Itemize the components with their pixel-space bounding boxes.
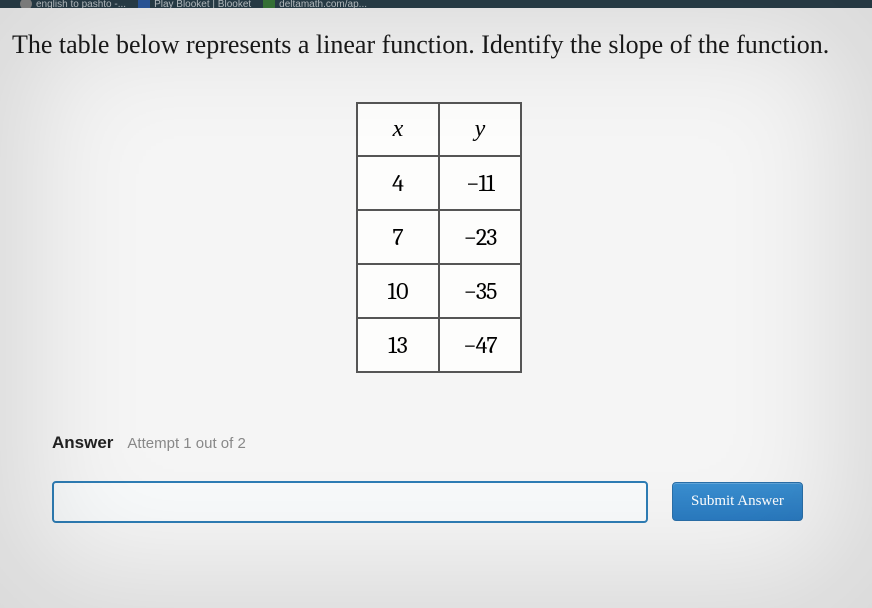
bookmark-label: Play Blooket | Blooket (154, 0, 251, 8)
bookmark-item[interactable]: english to pashto -... (20, 0, 126, 8)
cell-y: −35 (439, 264, 521, 318)
table-row: 13 −47 (357, 318, 521, 372)
question-text: The table below represents a linear func… (12, 28, 866, 62)
bookmark-item[interactable]: deltamath.com/ap... (263, 0, 367, 8)
cell-x: 4 (357, 156, 439, 210)
cell-y: −47 (439, 318, 521, 372)
globe-icon (20, 0, 32, 8)
browser-bookmark-bar: english to pashto -... Play Blooket | Bl… (0, 0, 872, 8)
function-table: x y 4 −11 7 −23 10 −35 13 −47 (356, 102, 522, 373)
blooket-icon (138, 0, 150, 8)
cell-x: 10 (357, 264, 439, 318)
deltamath-icon (263, 0, 275, 8)
main-content: The table below represents a linear func… (0, 8, 872, 523)
answer-input[interactable] (52, 481, 648, 523)
header-x: x (357, 103, 439, 156)
answer-label: Answer (52, 433, 113, 452)
header-y: y (439, 103, 521, 156)
attempt-text: Attempt 1 out of 2 (127, 435, 245, 452)
cell-y: −11 (439, 156, 521, 210)
bookmark-label: english to pashto -... (36, 0, 126, 8)
table-row: 10 −35 (357, 264, 521, 318)
table-container: x y 4 −11 7 −23 10 −35 13 −47 (12, 102, 866, 373)
answer-header: Answer Attempt 1 out of 2 (12, 433, 866, 453)
cell-x: 13 (357, 318, 439, 372)
table-row: 7 −23 (357, 210, 521, 264)
table-header-row: x y (357, 103, 521, 156)
bookmark-item[interactable]: Play Blooket | Blooket (138, 0, 251, 8)
cell-y: −23 (439, 210, 521, 264)
bookmark-label: deltamath.com/ap... (279, 0, 367, 8)
answer-input-row: Submit Answer (12, 481, 866, 523)
cell-x: 7 (357, 210, 439, 264)
table-row: 4 −11 (357, 156, 521, 210)
submit-answer-button[interactable]: Submit Answer (672, 482, 803, 521)
